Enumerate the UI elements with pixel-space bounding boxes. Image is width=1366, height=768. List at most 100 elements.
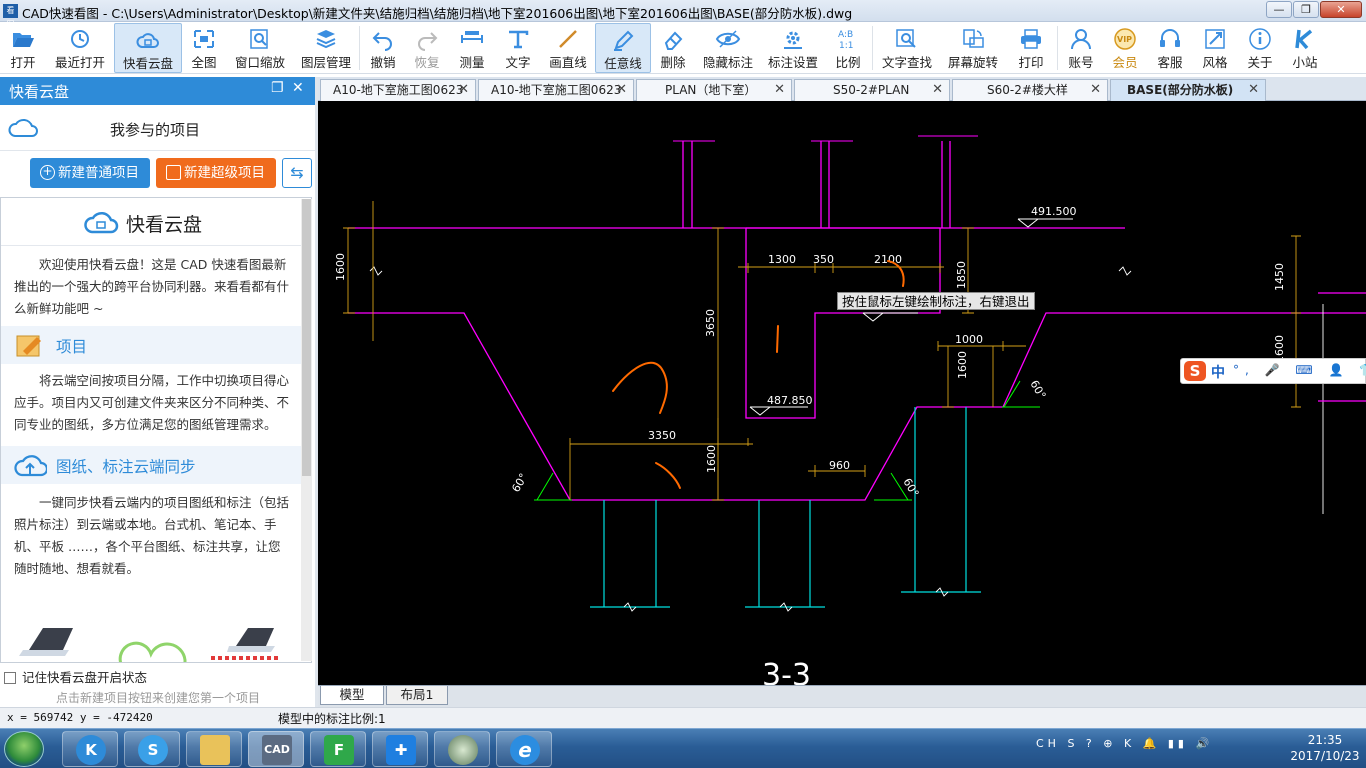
- ime-language[interactable]: 中: [1211, 362, 1225, 382]
- headset-icon: [1160, 29, 1180, 47]
- fullview-button[interactable]: 全图: [182, 23, 226, 73]
- close-button[interactable]: ✕: [1320, 1, 1362, 18]
- welcome-panel: 快看云盘 欢迎使用快看云盘！这是 CAD 快速看图最新推出的一个强大的跨平台协同…: [0, 197, 312, 663]
- taskbar-kuaikan[interactable]: K: [62, 731, 118, 767]
- delete-button[interactable]: 删除: [651, 23, 695, 73]
- ime-toolbar[interactable]: S 中 °, 🎤 ⌨ 👤 👕 🔧: [1180, 358, 1366, 384]
- section-project-title: 项目: [56, 338, 88, 356]
- toolbar-separator: [872, 26, 873, 70]
- new-super-project-button[interactable]: 新建超级项目: [156, 158, 276, 188]
- start-button[interactable]: [4, 731, 44, 767]
- pen-icon: [614, 30, 634, 51]
- open-button[interactable]: 打开: [0, 23, 46, 73]
- windows-taskbar: K S CAD F ✚ e CH S ? ⊕ K 🔔 ▮▮ 🔊 21:35 201…: [0, 728, 1366, 768]
- ime-tools[interactable]: °, 🎤 ⌨ 👤 👕 🔧: [1233, 363, 1366, 377]
- svg-text:VIP: VIP: [1117, 35, 1132, 44]
- account-button[interactable]: 账号: [1059, 23, 1103, 73]
- text-button[interactable]: 文字: [495, 23, 541, 73]
- taskbar-explorer[interactable]: [186, 731, 242, 767]
- layout-tabs: 模型 布局1: [318, 685, 1366, 707]
- tab-close-icon[interactable]: ✕: [616, 80, 627, 100]
- main-toolbar: 打开 最近打开 快看云盘 全图 窗口缩放 图层管理 撤销 恢复 测量 文字 画直…: [0, 22, 1366, 74]
- section-sync-title: 图纸、标注云端同步: [56, 458, 196, 476]
- cloud-button[interactable]: 快看云盘: [114, 23, 182, 73]
- scale-icon: A:B1:1: [838, 30, 853, 51]
- sogou-icon: S: [138, 735, 168, 765]
- taskbar-sogou[interactable]: S: [124, 731, 180, 767]
- tab-layout1[interactable]: 布局1: [386, 686, 448, 705]
- undo-icon: [372, 32, 392, 51]
- hide-annotation-button[interactable]: 隐藏标注: [695, 23, 761, 73]
- service-button[interactable]: 客服: [1147, 23, 1193, 73]
- annotation-settings-button[interactable]: 标注设置: [761, 23, 825, 73]
- tab-label: S50-2#PLAN: [833, 83, 910, 97]
- redo-button[interactable]: 恢复: [405, 23, 449, 73]
- tab-model[interactable]: 模型: [320, 686, 384, 705]
- undo-button[interactable]: 撤销: [361, 23, 405, 73]
- style-button[interactable]: 风格: [1193, 23, 1237, 73]
- rotate-screen-button[interactable]: 屏幕旋转: [940, 23, 1006, 73]
- minimize-button[interactable]: —: [1266, 1, 1292, 18]
- app-icon: 看图: [3, 4, 18, 29]
- system-tray[interactable]: CH S ? ⊕ K 🔔 ▮▮ 🔊: [1036, 737, 1213, 750]
- tab-a10-2[interactable]: A10-地下室施工图0623 ✕: [478, 79, 634, 101]
- tab-close-icon[interactable]: ✕: [458, 80, 469, 100]
- clock[interactable]: 21:35 2017/10/23: [1290, 732, 1360, 764]
- print-button[interactable]: 打印: [1006, 23, 1056, 73]
- dim-1300: 1300: [768, 253, 796, 266]
- tab-label: S60-2#楼大样: [987, 83, 1068, 97]
- vip-button[interactable]: VIP 会员: [1103, 23, 1147, 73]
- measure-button[interactable]: 测量: [449, 23, 495, 73]
- tab-a10-1[interactable]: A10-地下室施工图0623 ✕: [320, 79, 476, 101]
- tab-close-icon[interactable]: ✕: [932, 80, 943, 100]
- tab-base[interactable]: BASE(部分防水板) ✕: [1110, 79, 1266, 101]
- remember-label: 记住快看云盘开启状态: [22, 670, 148, 685]
- panel-scrollbar[interactable]: [301, 199, 312, 661]
- layers-button[interactable]: 图层管理: [294, 23, 358, 73]
- checkbox-box[interactable]: [4, 672, 16, 684]
- cursor-coordinates: x = 569742 y = -472420: [7, 711, 153, 724]
- dimension-lines: [343, 201, 1301, 501]
- svg-text:A:B: A:B: [838, 30, 853, 40]
- welcome-title: 快看云盘: [126, 214, 203, 236]
- freehand-button[interactable]: 任意线: [595, 23, 651, 73]
- taskbar-app-blue[interactable]: ✚: [372, 731, 428, 767]
- site-button[interactable]: 小站: [1283, 23, 1327, 73]
- tab-close-icon[interactable]: ✕: [774, 80, 785, 100]
- recent-button[interactable]: 最近打开: [46, 23, 114, 73]
- new-super-project-label: 新建超级项目: [184, 165, 265, 181]
- vip-label: 会员: [1112, 55, 1138, 70]
- remember-checkbox[interactable]: 记住快看云盘开启状态: [4, 667, 147, 686]
- taskbar-browser-globe[interactable]: [434, 731, 490, 767]
- taskbar-app-green[interactable]: F: [310, 731, 366, 767]
- text-label: 文字: [505, 55, 531, 70]
- panel-restore-icon[interactable]: ❐: [271, 80, 284, 96]
- dim-491500: 491.500: [1031, 205, 1077, 218]
- tab-s50[interactable]: S50-2#PLAN ✕: [794, 79, 950, 101]
- tab-close-icon[interactable]: ✕: [1090, 80, 1101, 100]
- cad-drawing[interactable]: 491.500 1300 350 2100 1600 1850 3650 487…: [318, 101, 1366, 685]
- tab-plan[interactable]: PLAN（地下室） ✕: [636, 79, 792, 101]
- scrollbar-thumb[interactable]: [302, 199, 311, 476]
- sync-icon[interactable]: ⇆: [282, 158, 312, 188]
- window-zoom-button[interactable]: 窗口缩放: [226, 23, 294, 73]
- tab-close-icon[interactable]: ✕: [1248, 80, 1259, 100]
- text-search-button[interactable]: 文字查找: [874, 23, 940, 73]
- taskbar-cad[interactable]: CAD: [248, 731, 304, 767]
- taskbar-ie[interactable]: e: [496, 731, 552, 767]
- maximize-button[interactable]: ❐: [1293, 1, 1319, 18]
- tab-label: A10-地下室施工图0623: [333, 83, 464, 97]
- scale-button[interactable]: A:B 1:1 比例: [825, 23, 871, 73]
- tab-s60[interactable]: S60-2#楼大样 ✕: [952, 79, 1108, 101]
- cad-canvas[interactable]: 491.500 1300 350 2100 1600 1850 3650 487…: [318, 101, 1366, 685]
- panel-close-icon[interactable]: ✕: [292, 80, 304, 96]
- line-button[interactable]: 画直线: [541, 23, 595, 73]
- window-controls: — ❐ ✕: [1265, 1, 1362, 18]
- new-normal-project-button[interactable]: + 新建普通项目: [30, 158, 150, 188]
- about-button[interactable]: 关于: [1237, 23, 1283, 73]
- angle-60-mid: 60°: [900, 476, 921, 499]
- text-icon: [509, 30, 529, 49]
- account-label: 账号: [1068, 55, 1094, 70]
- section-label: 3-3: [762, 658, 811, 685]
- dim-1600-mid: 1600: [705, 445, 718, 473]
